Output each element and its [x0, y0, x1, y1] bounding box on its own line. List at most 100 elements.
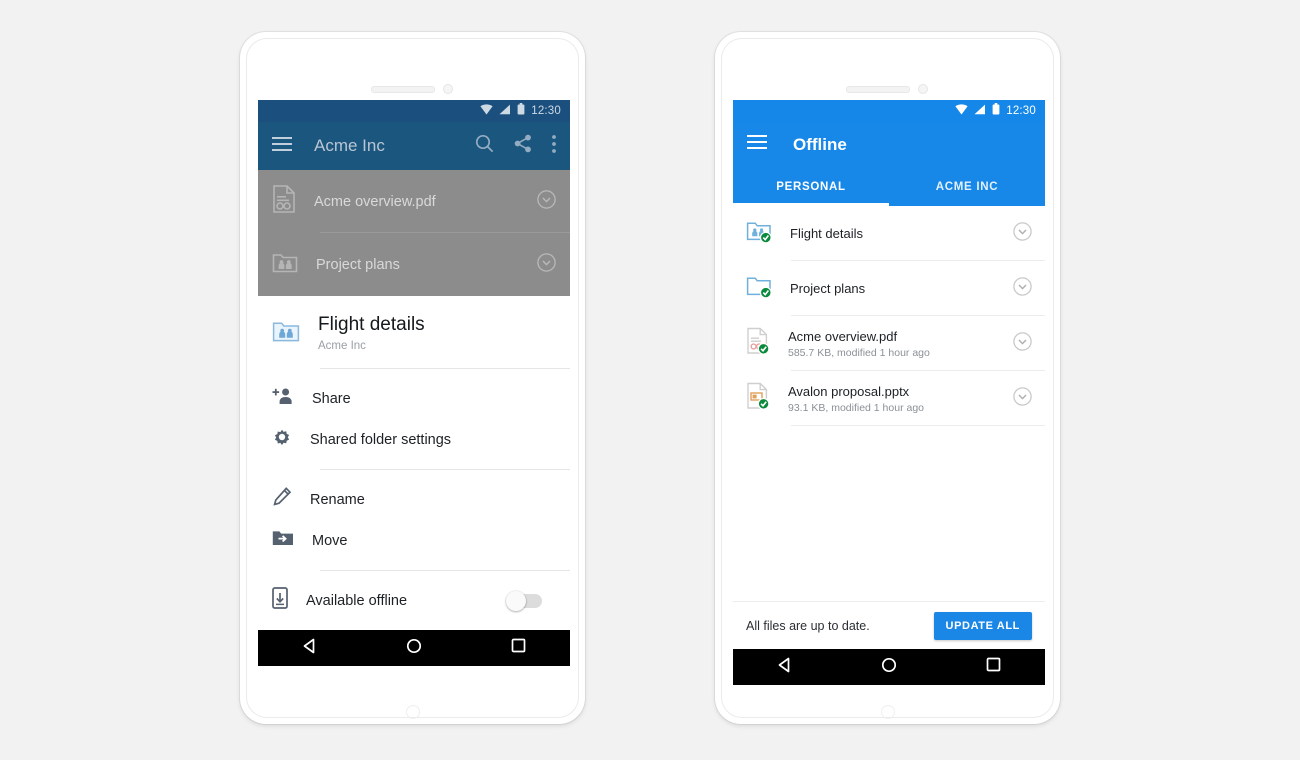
left-phone-camera: [443, 84, 453, 94]
right-status-time: 12:30: [1006, 105, 1036, 117]
folder-move-icon: [272, 529, 294, 552]
left-app-bar: Acme Inc: [258, 122, 570, 170]
share-icon[interactable]: [514, 134, 532, 158]
sheet-item-label: Share: [312, 390, 351, 407]
home-circle-icon[interactable]: [406, 638, 422, 659]
sync-status-bar: All files are up to date. UPDATE ALL: [733, 601, 1045, 649]
list-divider: [791, 425, 1045, 426]
left-status-bar: 12:30: [258, 100, 570, 122]
offline-file-list: Flight details Project plans Acme overvi…: [733, 206, 1045, 426]
pdf-file-offline-icon: [746, 327, 772, 360]
back-triangle-icon[interactable]: [302, 638, 318, 659]
list-item-name: Flight details: [790, 226, 863, 241]
left-status-time: 12:30: [531, 105, 561, 117]
list-item-text: Flight details: [790, 226, 1013, 241]
list-item-name: Project plans: [790, 281, 866, 296]
toggle-knob: [506, 590, 526, 611]
bottom-sheet-header-text: Flight details Acme Inc: [318, 314, 425, 352]
update-all-button[interactable]: UPDATE ALL: [933, 611, 1032, 640]
recents-square-icon[interactable]: [986, 657, 1001, 677]
right-app-bar-top: Offline: [733, 122, 1045, 167]
shared-folder-offline-icon: [746, 218, 774, 249]
sheet-bottom-gap: [258, 621, 570, 630]
right-phone-camera: [918, 84, 928, 94]
left-phone-speaker: [371, 86, 435, 93]
left-phone-frame: 12:30 Acme Inc Acme overview.pdf Project…: [240, 32, 585, 724]
list-item[interactable]: Avalon proposal.pptx 93.1 KB, modified 1…: [733, 371, 1045, 426]
chevron-down-circle-icon[interactable]: [537, 189, 556, 214]
wifi-icon: [955, 102, 968, 120]
home-circle-icon[interactable]: [881, 657, 897, 678]
sheet-item-label: Shared folder settings: [310, 431, 452, 448]
folder-offline-icon: [746, 273, 774, 304]
left-phone-home-indicator: [406, 705, 420, 719]
sheet-item-move[interactable]: Move: [258, 520, 570, 561]
search-icon[interactable]: [475, 134, 494, 158]
sheet-item-share[interactable]: Share: [258, 378, 570, 419]
sheet-group-gap: [258, 369, 570, 378]
right-app-bar-title: Offline: [793, 134, 847, 154]
list-item-text: Acme overview.pdf 585.7 KB, modified 1 h…: [788, 329, 1013, 359]
sheet-item-label: Move: [312, 532, 348, 549]
list-empty-space: [733, 426, 1045, 601]
right-nav-bar: [733, 649, 1045, 685]
list-item-text: Project plans: [790, 281, 1013, 296]
sheet-group-gap: [258, 561, 570, 570]
back-triangle-icon[interactable]: [777, 657, 793, 678]
list-item-meta: 93.1 KB, modified 1 hour ago: [788, 401, 925, 414]
tab-acme-inc-label: ACME INC: [935, 180, 999, 193]
available-offline-toggle[interactable]: [506, 590, 542, 611]
right-phone-frame: 12:30 Offline PERSONAL ACME INC Flight d…: [715, 32, 1060, 724]
left-app-bar-title: Acme Inc: [314, 136, 385, 155]
bottom-sheet-title: Flight details: [318, 314, 425, 335]
list-item[interactable]: Project plans: [733, 261, 1045, 316]
tab-personal[interactable]: PERSONAL: [733, 167, 889, 206]
pptx-file-offline-icon: [746, 382, 772, 415]
list-item-meta: 585.7 KB, modified 1 hour ago: [788, 346, 930, 359]
signal-icon: [499, 102, 511, 120]
wifi-icon: [480, 102, 493, 120]
bottom-sheet: Flight details Acme Inc Share Shared fol…: [258, 296, 570, 630]
chevron-down-circle-icon[interactable]: [537, 252, 556, 277]
list-item[interactable]: Project plans: [258, 233, 570, 296]
sheet-item-shared-folder-settings[interactable]: Shared folder settings: [258, 419, 570, 460]
pdf-file-icon: [272, 185, 296, 218]
list-item[interactable]: Acme overview.pdf: [258, 170, 570, 233]
chevron-down-circle-icon[interactable]: [1013, 276, 1032, 301]
shared-folder-icon: [272, 250, 298, 279]
list-item-name: Acme overview.pdf: [788, 328, 898, 344]
list-item-text: Avalon proposal.pptx 93.1 KB, modified 1…: [788, 384, 1013, 414]
list-item[interactable]: Flight details: [733, 206, 1045, 261]
hamburger-menu-icon[interactable]: [747, 135, 767, 154]
tab-bar: PERSONAL ACME INC: [733, 167, 1045, 206]
right-phone-home-indicator: [881, 705, 895, 719]
tab-acme-inc[interactable]: ACME INC: [889, 167, 1045, 206]
chevron-down-circle-icon[interactable]: [1013, 331, 1032, 356]
sheet-group-gap: [258, 571, 570, 580]
screenshot-canvas: 12:30 Acme Inc Acme overview.pdf Project…: [0, 0, 1300, 760]
right-phone-screen: 12:30 Offline PERSONAL ACME INC Flight d…: [733, 100, 1045, 685]
overflow-menu-icon[interactable]: [552, 134, 556, 158]
sheet-group-gap: [258, 470, 570, 479]
bottom-sheet-subtitle: Acme Inc: [318, 340, 366, 352]
right-app-bar: Offline PERSONAL ACME INC: [733, 122, 1045, 206]
sheet-item-label: Available offline: [306, 592, 408, 609]
right-status-bar: 12:30: [733, 100, 1045, 122]
phone-download-icon: [272, 587, 288, 614]
hamburger-menu-icon[interactable]: [272, 136, 292, 156]
chevron-down-circle-icon[interactable]: [1013, 221, 1032, 246]
sheet-item-available-offline[interactable]: Available offline: [258, 580, 570, 621]
list-item-label: Acme overview.pdf: [314, 193, 436, 210]
person-add-icon: [272, 387, 294, 410]
pencil-icon: [272, 487, 292, 512]
signal-icon: [974, 102, 986, 120]
chevron-down-circle-icon[interactable]: [1013, 386, 1032, 411]
list-item-label: Project plans: [316, 256, 400, 273]
shared-folder-icon: [272, 318, 300, 349]
tab-personal-label: PERSONAL: [776, 180, 846, 193]
sheet-item-label: Rename: [310, 491, 365, 508]
list-item[interactable]: Acme overview.pdf 585.7 KB, modified 1 h…: [733, 316, 1045, 371]
recents-square-icon[interactable]: [511, 638, 526, 658]
left-nav-bar: [258, 630, 570, 666]
sheet-item-rename[interactable]: Rename: [258, 479, 570, 520]
